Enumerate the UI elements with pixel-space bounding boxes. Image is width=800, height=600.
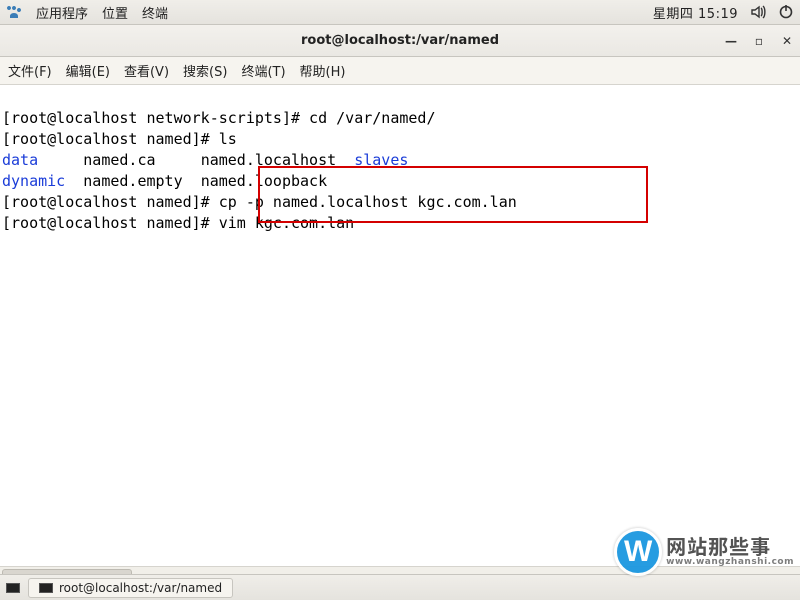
taskbar-item-label: root@localhost:/var/named (59, 581, 222, 595)
panel-left: 应用程序 位置 终端 (6, 3, 168, 22)
menu-terminal[interactable]: 终端(T) (241, 61, 285, 80)
menu-edit[interactable]: 编辑(E) (66, 61, 110, 80)
prompt-line: [root@localhost named]# ls (2, 130, 237, 148)
menu-view[interactable]: 查看(V) (124, 61, 169, 80)
power-icon[interactable] (778, 4, 794, 20)
places-menu[interactable]: 位置 (102, 3, 128, 22)
menu-help[interactable]: 帮助(H) (300, 61, 346, 80)
terminal-area[interactable]: [root@localhost network-scripts]# cd /va… (0, 85, 800, 566)
window-title: root@localhost:/var/named (301, 33, 499, 48)
menu-search[interactable]: 搜索(S) (183, 61, 227, 80)
window-controls: — ▫ ✕ (724, 25, 794, 56)
window-titlebar: root@localhost:/var/named — ▫ ✕ (0, 25, 800, 57)
terminal-icon (39, 583, 53, 593)
ls-output: data named.ca named.localhost slaves (2, 151, 408, 169)
terminal-menu[interactable]: 终端 (142, 3, 168, 22)
prompt-line: [root@localhost network-scripts]# cd /va… (2, 109, 435, 127)
applications-menu[interactable]: 应用程序 (36, 3, 88, 22)
volume-icon[interactable] (750, 4, 766, 20)
applications-icon[interactable] (6, 4, 22, 20)
prompt-line: [root@localhost named]# cp -p named.loca… (2, 193, 517, 211)
ls-output: dynamic named.empty named.loopback (2, 172, 327, 190)
terminal-icon[interactable] (6, 583, 20, 593)
prompt-line: [root@localhost named]# vim kgc.com.lan (2, 214, 354, 232)
top-panel: 应用程序 位置 终端 星期四 15:19 (0, 0, 800, 25)
menubar: 文件(F) 编辑(E) 查看(V) 搜索(S) 终端(T) 帮助(H) (0, 57, 800, 85)
minimize-button[interactable]: — (724, 34, 738, 48)
panel-right: 星期四 15:19 (653, 3, 794, 22)
menu-file[interactable]: 文件(F) (8, 61, 52, 80)
clock[interactable]: 星期四 15:19 (653, 3, 738, 22)
taskbar: root@localhost:/var/named (0, 574, 800, 600)
taskbar-item-terminal[interactable]: root@localhost:/var/named (28, 578, 233, 598)
close-button[interactable]: ✕ (780, 34, 794, 48)
maximize-button[interactable]: ▫ (752, 34, 766, 48)
